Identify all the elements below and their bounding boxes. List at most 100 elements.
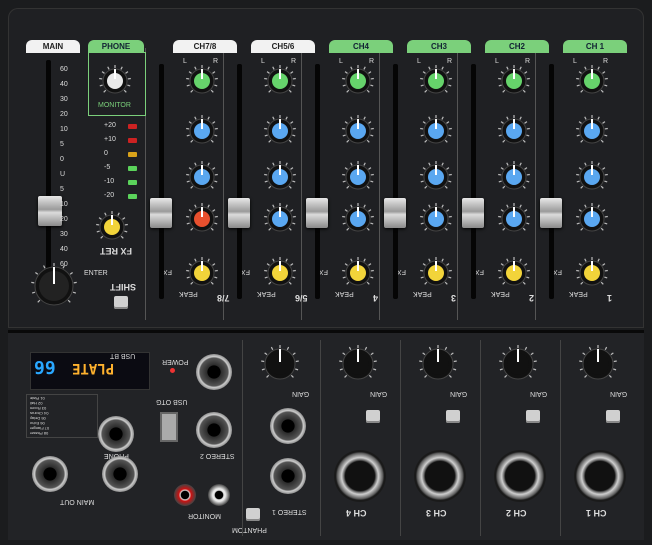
- monitor-out-rca-l[interactable]: [208, 484, 230, 506]
- hpf-switch-ch3[interactable]: [446, 410, 460, 423]
- channel-number-ch2: 2: [529, 293, 535, 303]
- fx-send-knob-ch78[interactable]: [185, 256, 219, 290]
- fader-ch1[interactable]: [540, 198, 562, 228]
- xlr-combo-input-ch2[interactable]: [494, 450, 546, 502]
- main-fader[interactable]: [38, 196, 62, 226]
- fader-ch2[interactable]: [462, 198, 484, 228]
- stereo2-l-jack[interactable]: [196, 412, 232, 448]
- hi-eq-knob-ch4[interactable]: [341, 114, 375, 148]
- stereo2-r-jack[interactable]: [196, 354, 232, 390]
- stereo1-label: STEREO 1: [272, 508, 307, 515]
- fx-label: FX: [241, 268, 250, 275]
- main-out-right-jack[interactable]: [102, 456, 138, 492]
- hpf-switch-ch1[interactable]: [606, 410, 620, 423]
- pan-knob-ch1[interactable]: [575, 64, 609, 98]
- pan-knob-ch4[interactable]: [341, 64, 375, 98]
- stereo2-label: STEREO 2: [200, 452, 235, 459]
- main-fader-scale-mark: 5: [60, 141, 64, 148]
- phone-jack[interactable]: [98, 416, 134, 452]
- hi-eq-knob-ch2[interactable]: [497, 114, 531, 148]
- fx-send-knob-ch56[interactable]: [263, 256, 297, 290]
- stereo1-l-jack[interactable]: [270, 458, 306, 494]
- usb-port[interactable]: [160, 412, 178, 442]
- gain-knob-ch78[interactable]: [185, 202, 219, 236]
- low-eq-knob-ch1[interactable]: [575, 202, 609, 236]
- pan-right-label: R: [291, 58, 297, 65]
- low-eq-knob-ch3[interactable]: [419, 202, 453, 236]
- fx-preset-item: 08 Phaser: [30, 431, 49, 436]
- gain-label: GAIN: [450, 390, 468, 397]
- main-out-left-jack[interactable]: [32, 456, 68, 492]
- input-gain-knob-ch3[interactable]: [418, 344, 458, 384]
- pan-knob-ch2[interactable]: [497, 64, 531, 98]
- phantom-switch[interactable]: [246, 508, 260, 521]
- pan-knob-ch78[interactable]: [185, 64, 219, 98]
- strip-divider: [457, 48, 458, 320]
- meter-label: -10: [104, 178, 115, 185]
- input-label-ch2: CH 2: [506, 508, 527, 518]
- fx-return-knob[interactable]: [95, 210, 129, 244]
- pan-knob-ch56[interactable]: [263, 64, 297, 98]
- peak-label: PEAK: [335, 290, 354, 297]
- main-fader-scale-mark: 60: [60, 66, 68, 73]
- meter-led: [128, 138, 137, 143]
- low-eq-knob-ch56[interactable]: [263, 202, 297, 236]
- strip-divider: [223, 48, 224, 320]
- channel-label-ch2: CH2: [485, 40, 549, 53]
- fader-track-ch78: [159, 64, 164, 299]
- mid-eq-knob-ch56[interactable]: [263, 160, 297, 194]
- fader-ch4[interactable]: [306, 198, 328, 228]
- hpf-switch-ch2[interactable]: [526, 410, 540, 423]
- fx-send-knob-ch1[interactable]: [575, 256, 609, 290]
- shift-button[interactable]: [114, 296, 128, 309]
- input-gain-knob-ch1[interactable]: [578, 344, 618, 384]
- meter-label: -20: [104, 192, 115, 199]
- input-gain-knob-ch4[interactable]: [338, 344, 378, 384]
- pan-right-label: R: [447, 58, 453, 65]
- strip-divider: [301, 48, 302, 320]
- input-gain-knob-ch2[interactable]: [498, 344, 538, 384]
- monitor-out-rca-r[interactable]: [174, 484, 196, 506]
- peak-label: PEAK: [257, 290, 276, 297]
- phone-level-knob[interactable]: [98, 64, 132, 98]
- hpf-switch-ch4[interactable]: [366, 410, 380, 423]
- fader-ch3[interactable]: [384, 198, 406, 228]
- meter-label: -5: [104, 164, 111, 171]
- fader-ch56[interactable]: [228, 198, 250, 228]
- xlr-combo-input-ch4[interactable]: [334, 450, 386, 502]
- fader-track-ch2: [471, 64, 476, 299]
- gain-divider: [560, 340, 561, 536]
- mid-eq-knob-ch4[interactable]: [341, 160, 375, 194]
- fx-send-knob-ch3[interactable]: [419, 256, 453, 290]
- pan-knob-ch3[interactable]: [419, 64, 453, 98]
- fx-send-knob-ch2[interactable]: [497, 256, 531, 290]
- mid-eq-knob-ch1[interactable]: [575, 160, 609, 194]
- low-eq-knob-ch2[interactable]: [497, 202, 531, 236]
- stereo1-r-jack[interactable]: [270, 408, 306, 444]
- display-preset-number: 99: [34, 358, 56, 379]
- shift-label: SHIFT: [110, 282, 136, 292]
- mid-eq-knob-ch2[interactable]: [497, 160, 531, 194]
- hi-eq-knob-ch1[interactable]: [575, 114, 609, 148]
- mid-eq-knob-ch78[interactable]: [185, 160, 219, 194]
- gain-label: GAIN: [610, 390, 628, 397]
- low-eq-knob-ch4[interactable]: [341, 202, 375, 236]
- mid-eq-knob-ch3[interactable]: [419, 160, 453, 194]
- channel-number-ch4: 4: [373, 293, 379, 303]
- input-gain-knob-ch56[interactable]: [260, 344, 300, 384]
- fader-ch78[interactable]: [150, 198, 172, 228]
- meter-led: [128, 124, 137, 129]
- hi-eq-knob-ch78[interactable]: [185, 114, 219, 148]
- preset-encoder-knob[interactable]: [30, 262, 78, 310]
- fx-label: FX: [475, 268, 484, 275]
- hi-eq-knob-ch3[interactable]: [419, 114, 453, 148]
- xlr-combo-input-ch3[interactable]: [414, 450, 466, 502]
- xlr-combo-input-ch1[interactable]: [574, 450, 626, 502]
- pan-left-label: L: [261, 58, 265, 65]
- fx-send-knob-ch4[interactable]: [341, 256, 375, 290]
- peak-label: PEAK: [413, 290, 432, 297]
- gain-label: GAIN: [530, 390, 548, 397]
- gain-divider: [480, 340, 481, 536]
- hi-eq-knob-ch56[interactable]: [263, 114, 297, 148]
- main-fader-scale-mark: U: [60, 171, 66, 178]
